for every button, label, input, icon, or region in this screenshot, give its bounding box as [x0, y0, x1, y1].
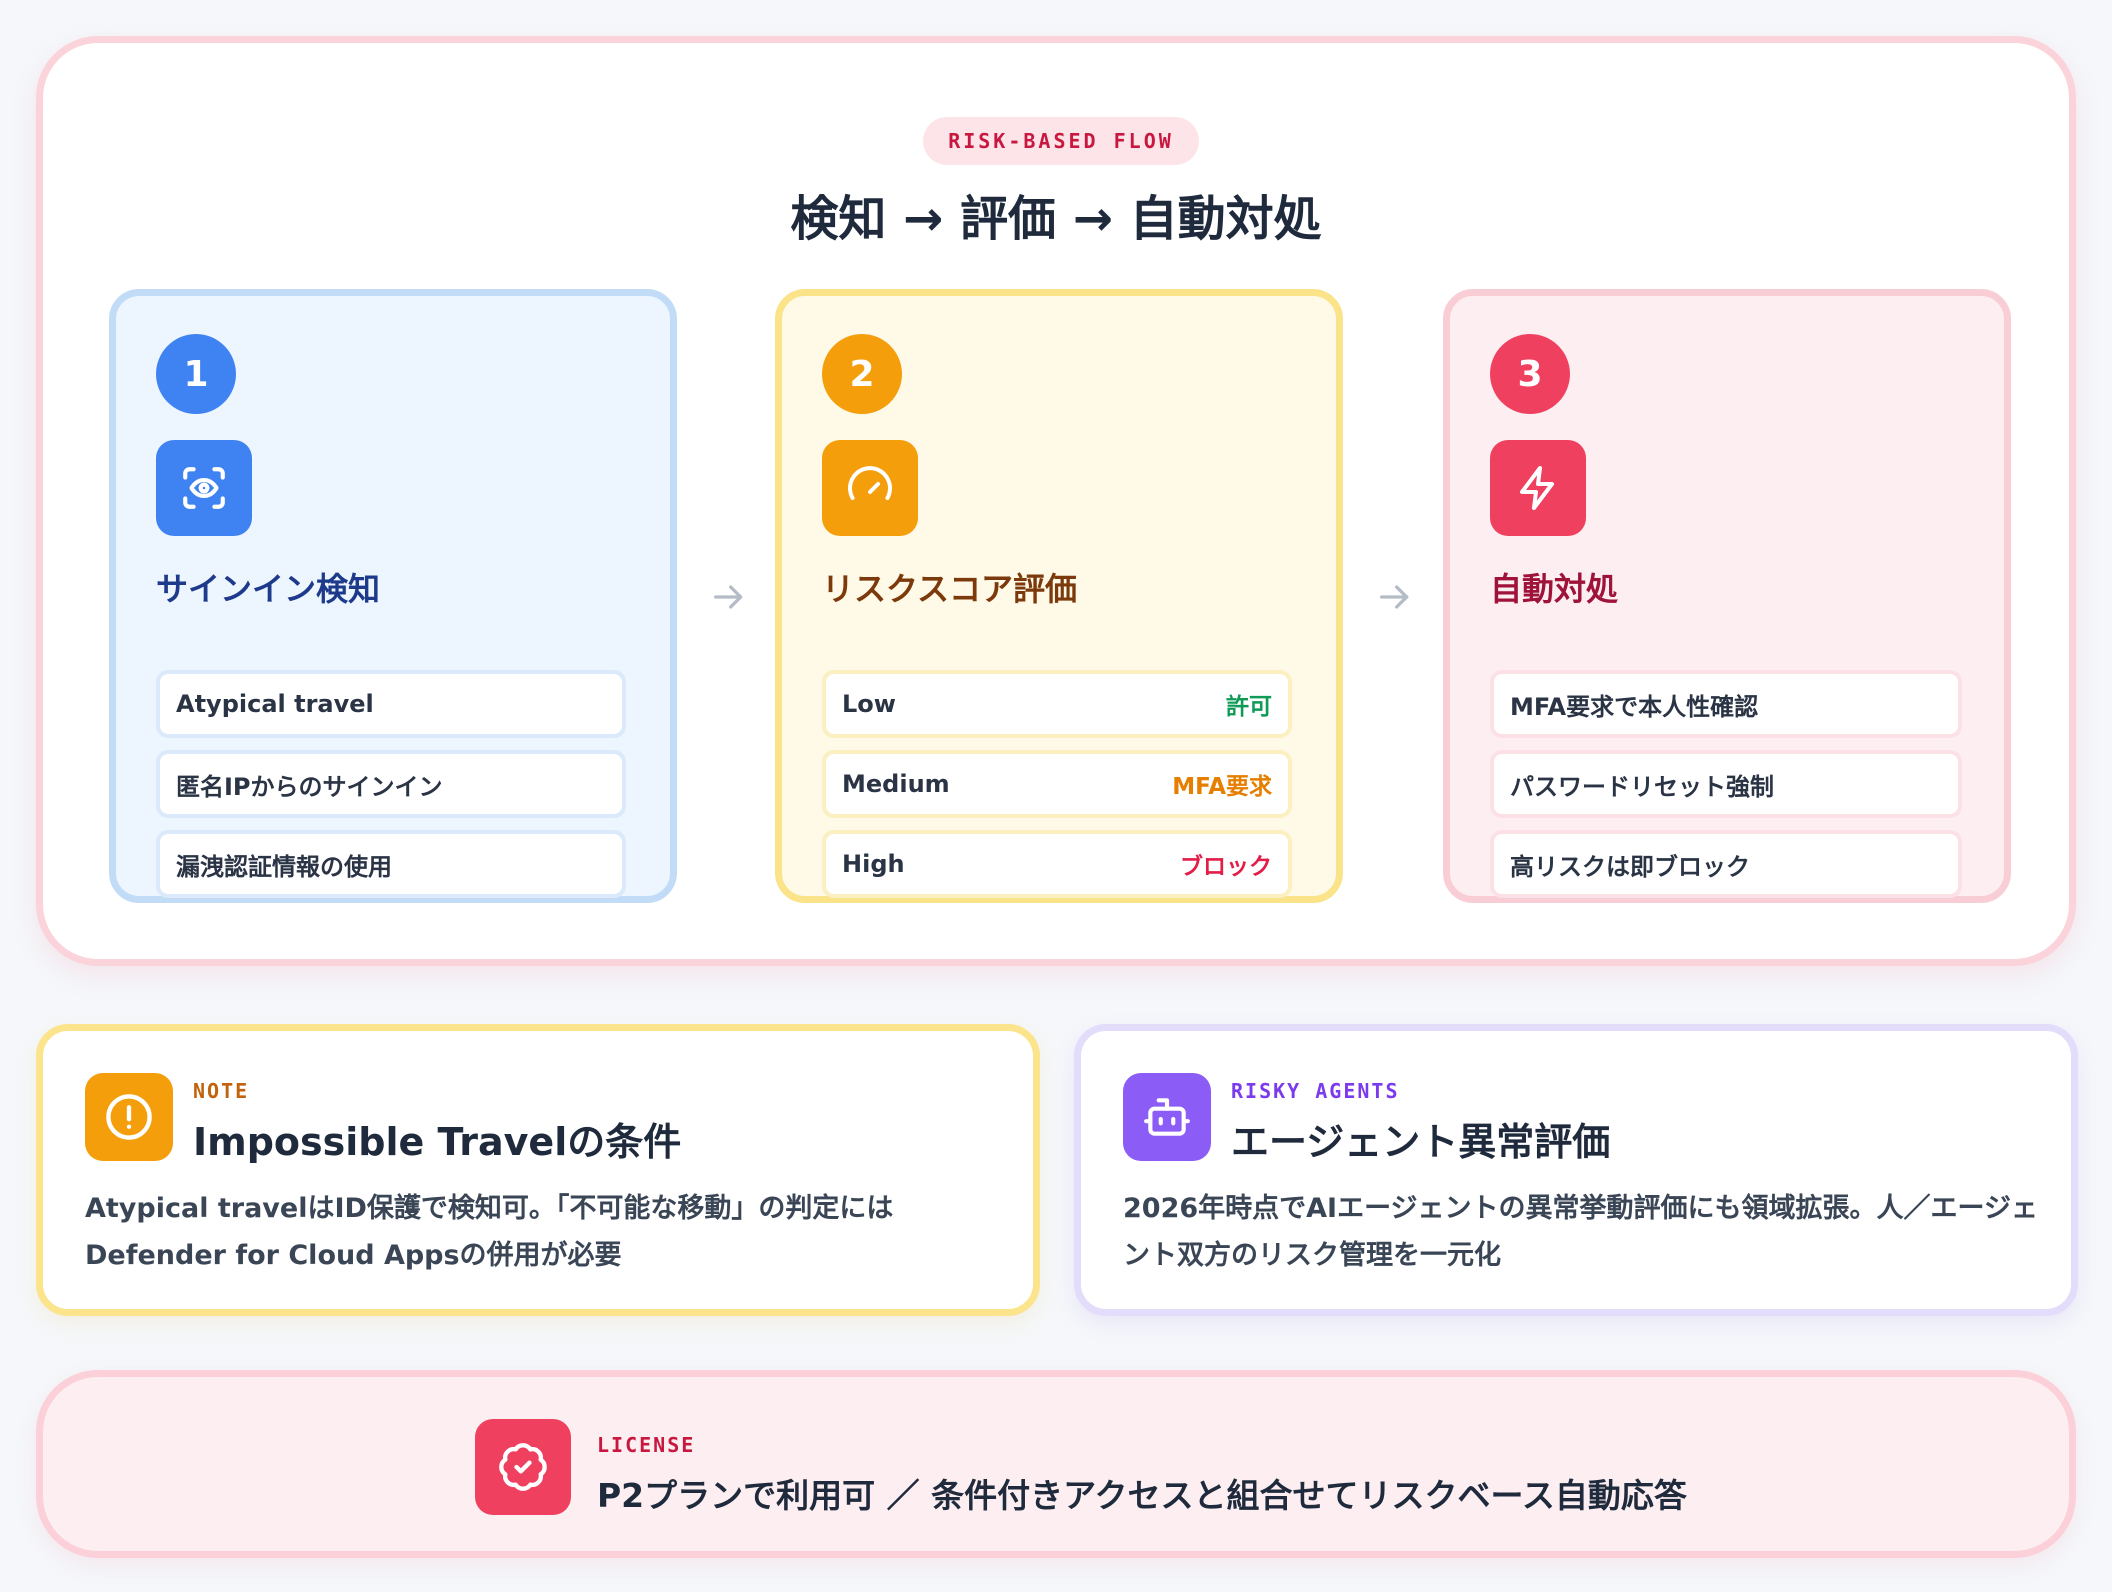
- step-evaluate: 2 リスクスコア評価 Low 許可 Medium MFA要求 High ブロック: [775, 289, 1343, 903]
- risk-action: 許可: [1226, 694, 1272, 720]
- section-pill: RISK-BASED FLOW: [923, 117, 1199, 165]
- badge-check-icon: [475, 1419, 571, 1515]
- risk-level-label: Low: [842, 690, 896, 718]
- step-detect: 1 サインイン検知 Atypical travel 匿名IPからのサインイン 漏…: [109, 289, 677, 903]
- license-card: LICENSE P2プランで利用可 ／ 条件付きアクセスと組合せてリスクベース自…: [36, 1370, 2076, 1558]
- list-item: MFA要求で本人性確認: [1490, 670, 1962, 738]
- robot-icon: [1123, 1073, 1211, 1161]
- risk-level-low: Low 許可: [822, 670, 1292, 738]
- alert-circle-icon: [85, 1073, 173, 1161]
- note-title: Impossible Travelの条件: [193, 1120, 682, 1164]
- agents-body: 2026年時点でAIエージェントの異常挙動評価にも領域拡張。人／エージェント双方…: [1123, 1193, 2039, 1271]
- risk-action: ブロック: [1180, 854, 1272, 880]
- note-body: Atypical travelはID保護で検知可。「不可能な移動」の判定にはDe…: [85, 1193, 894, 1271]
- list-item: パスワードリセット強制: [1490, 750, 1962, 818]
- list-item: 高リスクは即ブロック: [1490, 830, 1962, 898]
- lightning-icon: [1490, 440, 1586, 536]
- note-kicker: NOTE: [193, 1079, 250, 1103]
- risk-level-label: Medium: [842, 770, 950, 798]
- risk-level-medium: Medium MFA要求: [822, 750, 1292, 818]
- step-number: 3: [1490, 334, 1570, 414]
- gauge-icon: [822, 440, 918, 536]
- arrow-right-icon: [1380, 585, 1409, 609]
- note-card: NOTE Impossible Travelの条件 Atypical trave…: [36, 1024, 1040, 1316]
- arrow-right-icon: [714, 585, 743, 609]
- step-title: サインイン検知: [156, 570, 381, 608]
- list-item: 漏洩認証情報の使用: [156, 830, 626, 898]
- risk-action: MFA要求: [1172, 774, 1272, 800]
- step-number: 1: [156, 334, 236, 414]
- license-kicker: LICENSE: [597, 1433, 696, 1457]
- step-title: 自動対処: [1490, 570, 1619, 608]
- list-item: Atypical travel: [156, 670, 626, 738]
- risk-flow-card: RISK-BASED FLOW 検知 → 評価 → 自動対処 1 サインイン検知…: [36, 36, 2076, 966]
- list-item: 匿名IPからのサインイン: [156, 750, 626, 818]
- risk-level-high: High ブロック: [822, 830, 1292, 898]
- risky-agents-card: RISKY AGENTS エージェント異常評価 2026年時点でAIエージェント…: [1074, 1024, 2078, 1316]
- step-title: リスクスコア評価: [822, 570, 1078, 608]
- risk-level-label: High: [842, 850, 905, 878]
- agents-kicker: RISKY AGENTS: [1231, 1079, 1400, 1103]
- step-respond: 3 自動対処 MFA要求で本人性確認 パスワードリセット強制 高リスクは即ブロッ…: [1443, 289, 2011, 903]
- flow-title: 検知 → 評価 → 自動対処: [790, 191, 1322, 247]
- scan-eye-icon: [156, 440, 252, 536]
- license-text: P2プランで利用可 ／ 条件付きアクセスと組合せてリスクベース自動応答: [597, 1476, 1687, 1515]
- step-number: 2: [822, 334, 902, 414]
- agents-title: エージェント異常評価: [1231, 1120, 1611, 1164]
